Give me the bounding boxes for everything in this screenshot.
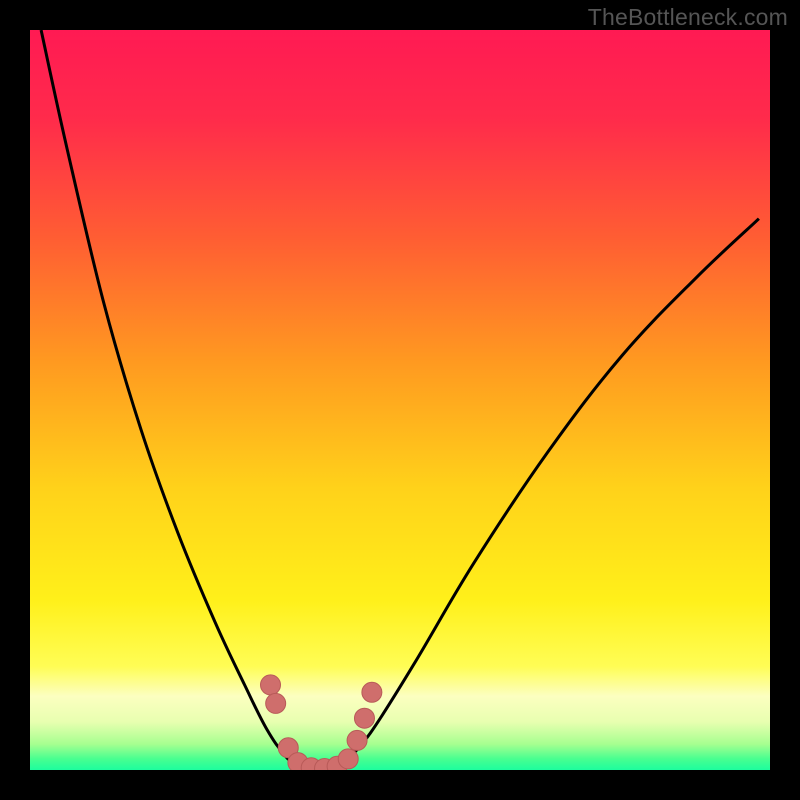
curve-marker xyxy=(354,708,374,728)
curve-marker xyxy=(266,693,286,713)
bottleneck-curve xyxy=(30,30,770,770)
chart-frame: TheBottleneck.com xyxy=(0,0,800,800)
curve-marker xyxy=(338,749,358,769)
plot-area xyxy=(30,30,770,770)
curve-markers xyxy=(261,675,382,770)
curve-marker xyxy=(261,675,281,695)
curve-line xyxy=(41,30,759,770)
curve-marker xyxy=(347,730,367,750)
watermark-text: TheBottleneck.com xyxy=(588,4,788,31)
curve-marker xyxy=(362,682,382,702)
